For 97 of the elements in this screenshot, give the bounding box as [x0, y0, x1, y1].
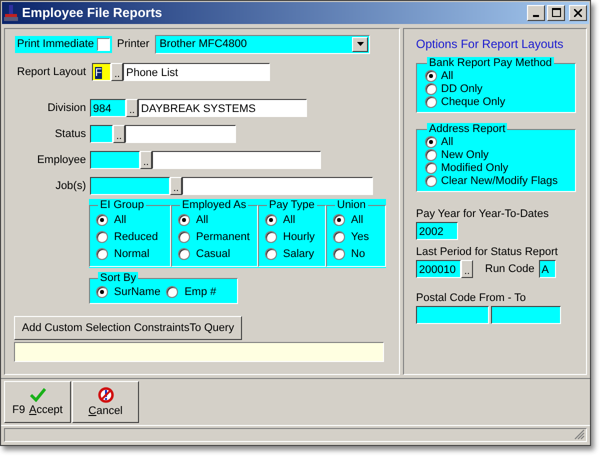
input-field[interactable]	[416, 306, 489, 324]
radio-button[interactable]	[166, 286, 178, 298]
input-field[interactable]	[125, 124, 236, 143]
minimize-icon	[533, 14, 539, 17]
radio-label: All	[283, 214, 296, 226]
input-field[interactable]	[182, 176, 373, 195]
radio-button[interactable]	[333, 231, 345, 244]
radio-label: Normal	[114, 248, 150, 260]
printer-dropdown[interactable]: Brother MFC4800	[155, 34, 370, 54]
radio-label: Yes	[351, 231, 369, 244]
field-label: Employee	[36, 154, 86, 166]
browse-button[interactable]: ..	[461, 260, 473, 278]
no-entry-icon	[98, 387, 114, 403]
cancel-button[interactable]: Cancel	[72, 381, 139, 423]
radio-label: New Only	[441, 149, 489, 162]
field-label: Last Period for Status Report	[416, 246, 558, 258]
radio-button[interactable]	[333, 214, 345, 226]
radio-button[interactable]	[425, 175, 437, 188]
radio-label: Salary	[283, 248, 314, 260]
radio-label: Modified Only	[441, 162, 508, 174]
radio-button[interactable]	[96, 248, 108, 260]
radio-label: Cheque Only	[441, 96, 506, 108]
group-title: Address Report	[427, 122, 508, 136]
input-field[interactable]: 984	[90, 98, 126, 117]
browse-button[interactable]: ..	[113, 124, 125, 143]
radio-button[interactable]	[425, 162, 437, 174]
input-field[interactable]: 2002	[416, 222, 458, 240]
minimize-button[interactable]	[527, 4, 545, 21]
query-field[interactable]	[14, 342, 384, 362]
input-field[interactable]: A	[538, 260, 556, 278]
browse-button[interactable]: ..	[126, 98, 138, 117]
radio-label: All	[351, 214, 364, 226]
print-immediate-checkbox[interactable]: Print Immediate	[14, 34, 114, 54]
radio-label: Casual	[196, 248, 230, 260]
field-label: Postal Code From - To	[416, 292, 526, 304]
close-button[interactable]	[569, 4, 587, 21]
radio-button[interactable]	[425, 149, 437, 162]
app-icon	[4, 4, 18, 21]
radio-label: Emp #	[184, 286, 216, 298]
radio-button[interactable]	[178, 214, 190, 226]
radio-label: All	[441, 70, 454, 82]
radio-button[interactable]	[425, 83, 437, 96]
radio-button[interactable]	[178, 248, 190, 260]
radio-label: SurName	[114, 286, 160, 298]
radio-label: Reduced	[114, 231, 158, 244]
add-constraints-button[interactable]: Add Custom Selection ConstraintsTo Query	[14, 316, 242, 340]
browse-button[interactable]: ..	[111, 62, 124, 81]
input-field[interactable]	[491, 306, 561, 324]
field-label: Pay Year for Year-To-Dates	[416, 208, 549, 220]
radio-button[interactable]	[265, 214, 277, 226]
radio-label: All	[114, 214, 126, 226]
input-field[interactable]	[90, 176, 170, 195]
field-label: Run Code	[485, 262, 535, 275]
radio-button[interactable]	[96, 286, 108, 298]
radio-label: DD Only	[441, 83, 483, 96]
radio-label: No	[351, 248, 366, 260]
close-icon	[574, 8, 582, 17]
browse-button[interactable]: ..	[170, 176, 182, 195]
input-field[interactable]: 200010	[416, 260, 461, 278]
group-title: EI Group	[98, 198, 146, 212]
input-field[interactable]: Phone List	[123, 62, 270, 81]
printer-label: Printer	[117, 38, 150, 50]
radio-button[interactable]	[265, 231, 277, 244]
input-field[interactable]	[90, 124, 113, 143]
maximize-button[interactable]	[547, 4, 565, 21]
window-title: Employee File Reports	[22, 5, 164, 20]
radio-label: Permanent	[196, 231, 250, 244]
accept-button[interactable]: F9 Accept	[4, 381, 71, 423]
radio-button[interactable]	[425, 96, 437, 108]
section-title: Options For Report Layouts	[416, 36, 564, 51]
radio-label: Hourly	[283, 231, 315, 244]
group-title: Sort By	[98, 272, 138, 285]
radio-button[interactable]	[265, 248, 277, 260]
dropdown-arrow-icon	[356, 42, 364, 46]
input-field[interactable]	[152, 150, 321, 169]
radio-button[interactable]	[96, 214, 108, 226]
radio-label: Clear New/Modify Flags	[441, 175, 558, 188]
radio-button[interactable]	[425, 136, 437, 148]
field-label: Job(s)	[54, 180, 86, 192]
input-field[interactable]	[90, 150, 140, 169]
field-label: Status	[54, 128, 86, 140]
field-label: Division	[46, 102, 86, 114]
radio-button[interactable]	[333, 248, 345, 260]
browse-button[interactable]: ..	[140, 150, 152, 169]
radio-button[interactable]	[96, 231, 108, 244]
input-field[interactable]: F	[92, 62, 112, 81]
radio-button[interactable]	[178, 231, 190, 244]
group-title: Pay Type	[267, 198, 317, 212]
checkmark-icon	[30, 388, 46, 402]
group-title: Employed As	[180, 198, 248, 212]
radio-label: All	[441, 136, 454, 148]
radio-label: All	[196, 214, 208, 226]
maximize-icon	[552, 8, 560, 18]
radio-button[interactable]	[425, 70, 437, 82]
input-field[interactable]: DAYBREAK SYSTEMS	[138, 98, 307, 117]
report-layout-label: Report Layout	[17, 66, 86, 78]
group-title: Bank Report Pay Method	[427, 56, 554, 70]
